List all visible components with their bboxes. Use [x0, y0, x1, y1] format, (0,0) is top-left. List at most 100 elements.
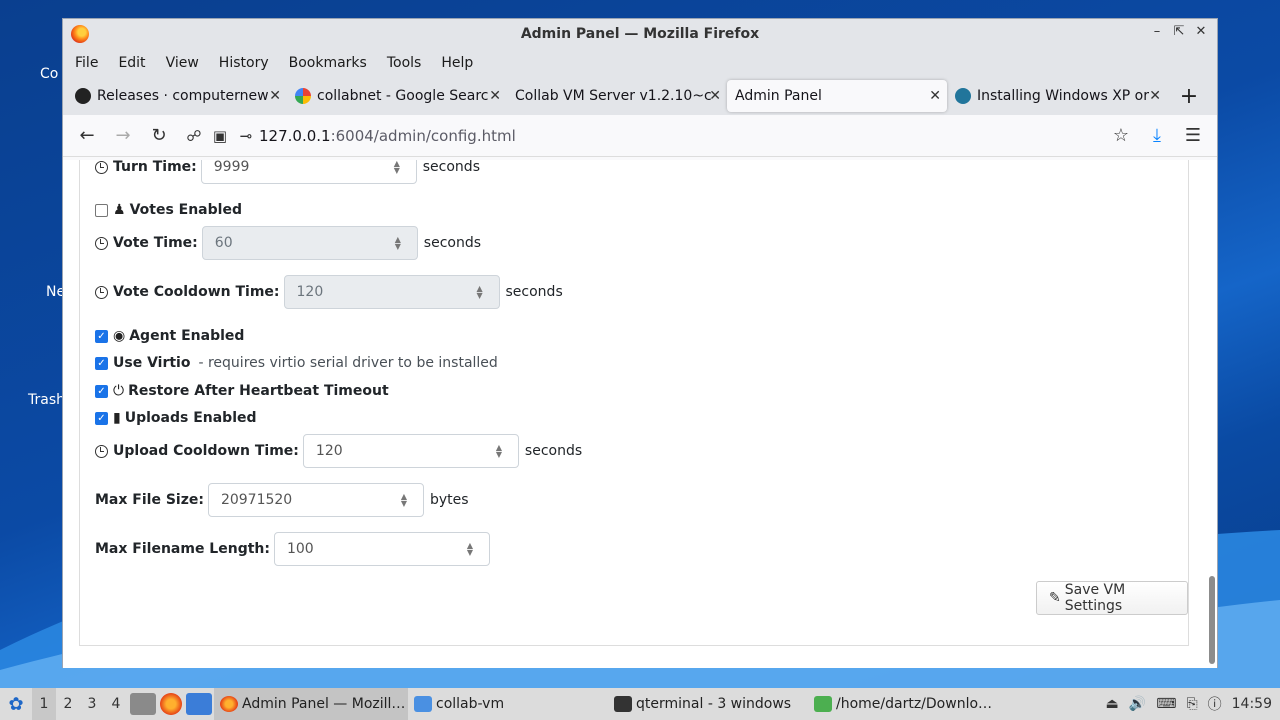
turn-time-input[interactable]: 9999 ▲ ▼ [200, 160, 417, 184]
system-tray: ⏏ 🔊 ⌨ ⎘ ⓘ 14:59 [1106, 688, 1280, 720]
workspace-4[interactable]: 4 [104, 696, 128, 712]
workspace-3[interactable]: 3 [80, 696, 104, 712]
max-file-size-label: Max File Size: [95, 492, 204, 508]
download-icon[interactable]: ⤓ [1139, 120, 1175, 152]
volume-icon[interactable]: 🔊 [1129, 696, 1146, 712]
start-menu-icon[interactable]: ✿ [0, 688, 32, 720]
clock-icon [95, 285, 108, 299]
use-virtio-note: - requires virtio serial driver to be in… [198, 355, 498, 371]
hamburger-menu-icon[interactable]: ☰ [1175, 120, 1211, 152]
menu-help[interactable]: Help [441, 55, 473, 71]
vote-time-unit: seconds [423, 235, 482, 251]
file-manager-launcher-icon[interactable] [186, 693, 212, 715]
use-virtio-checkbox[interactable]: ✓ [95, 356, 108, 370]
restore-heartbeat-label: Restore After Heartbeat Timeout [128, 383, 389, 399]
tab-close-icon[interactable]: ✕ [269, 88, 281, 104]
turn-time-label: Turn Time: [113, 160, 197, 175]
spinner-icon[interactable]: ▲ ▼ [393, 236, 403, 251]
upload-cooldown-input[interactable]: 120 ▲ ▼ [302, 434, 519, 468]
max-filename-length-input[interactable]: 100 ▲ ▼ [273, 532, 490, 566]
spinner-icon[interactable]: ▲ ▼ [475, 285, 485, 300]
task-downloads-folder[interactable]: /home/dartz/Downlo… [808, 688, 1008, 720]
uploads-enabled-row: ✓ ▮ Uploads Enabled [95, 410, 261, 426]
forward-icon[interactable]: → [105, 120, 141, 152]
save-icon: ✎ [1049, 590, 1061, 606]
clock-icon [95, 236, 108, 250]
upload-cooldown-unit: seconds [524, 443, 583, 459]
task-label: /home/dartz/Downlo… [836, 696, 993, 712]
spinner-icon[interactable]: ▲ ▼ [392, 160, 402, 175]
menu-view[interactable]: View [166, 55, 199, 71]
settings-panel: Turn Time: 9999 ▲ ▼ seconds ♟ Votes Enabl… [79, 160, 1189, 646]
url-bar[interactable]: ☍ ▣ ⊸ 127.0.0.1:6004/admin/config.html [177, 120, 1103, 152]
upload-cooldown-value: 120 [315, 443, 343, 459]
vote-cooldown-input[interactable]: 120 ▲ ▼ [283, 275, 500, 309]
tab-close-icon[interactable]: ✕ [489, 88, 501, 104]
tab-installing-windows-xp[interactable]: Installing Windows XP or ✕ [947, 80, 1167, 112]
clock[interactable]: 14:59 [1232, 696, 1272, 712]
show-desktop-icon[interactable] [130, 693, 156, 715]
update-notification-icon[interactable]: ⓘ [1208, 694, 1222, 714]
page-scrollbar[interactable] [1207, 160, 1215, 668]
tab-close-icon[interactable]: ✕ [929, 88, 941, 104]
minimize-icon[interactable]: – [1149, 24, 1165, 40]
vote-time-input[interactable]: 60 ▲ ▼ [201, 226, 418, 260]
votes-enabled-checkbox[interactable] [95, 203, 108, 217]
window-titlebar[interactable]: Admin Panel — Mozilla Firefox – ⇱ ✕ [63, 19, 1217, 49]
tab-google-search[interactable]: collabnet - Google Searc ✕ [287, 80, 507, 112]
spinner-icon[interactable]: ▲ ▼ [494, 444, 504, 459]
workspace-2[interactable]: 2 [56, 696, 80, 712]
max-filename-length-row: Max Filename Length: 100 ▲ ▼ [95, 532, 496, 566]
menu-bookmarks[interactable]: Bookmarks [289, 55, 367, 71]
firefox-window: Admin Panel — Mozilla Firefox – ⇱ ✕ File… [62, 18, 1218, 668]
task-qterminal[interactable]: qterminal - 3 windows [608, 688, 808, 720]
power-icon: ⏻ [113, 383, 125, 399]
max-file-size-input[interactable]: 20971520 ▲ ▼ [207, 483, 424, 517]
save-vm-settings-button[interactable]: ✎ Save VM Settings [1036, 581, 1188, 615]
task-admin-panel[interactable]: Admin Panel — Mozill… [214, 688, 408, 720]
tab-admin-panel[interactable]: Admin Panel ✕ [727, 80, 947, 112]
clipboard-icon[interactable]: ⎘ [1186, 696, 1197, 712]
spinner-icon[interactable]: ▲ ▼ [399, 493, 409, 508]
new-tab-icon[interactable]: + [1171, 84, 1207, 109]
keyboard-icon[interactable]: ⌨ [1156, 696, 1176, 712]
back-icon[interactable]: ← [69, 120, 105, 152]
reload-icon[interactable]: ↻ [141, 120, 177, 152]
desktop-icon-label-trash[interactable]: Trash [28, 392, 65, 408]
spinner-icon[interactable]: ▲ ▼ [465, 542, 475, 557]
uploads-enabled-checkbox[interactable]: ✓ [95, 411, 108, 425]
shield-icon[interactable]: ☍ [181, 127, 207, 145]
agent-enabled-checkbox[interactable]: ✓ [95, 329, 108, 343]
tab-close-icon[interactable]: ✕ [709, 88, 721, 104]
bookmark-star-icon[interactable]: ☆ [1103, 120, 1139, 152]
firefox-launcher-icon[interactable] [160, 693, 182, 715]
url-host: 127.0.0.1 [259, 126, 331, 145]
desktop-icon-label-computer[interactable]: Co [40, 66, 58, 82]
tab-close-icon[interactable]: ✕ [1149, 88, 1161, 104]
task-collab-vm[interactable]: collab-vm [408, 688, 608, 720]
vote-cooldown-unit: seconds [505, 284, 563, 300]
vote-cooldown-label: Vote Cooldown Time: [113, 284, 280, 300]
restore-heartbeat-checkbox[interactable]: ✓ [95, 384, 108, 398]
menu-tools[interactable]: Tools [387, 55, 422, 71]
use-virtio-label: Use Virtio [113, 355, 191, 371]
maximize-icon[interactable]: ⇱ [1171, 24, 1187, 40]
menu-file[interactable]: File [75, 55, 98, 71]
upload-cooldown-label: Upload Cooldown Time: [113, 443, 299, 459]
tab-label: Admin Panel [735, 88, 822, 104]
vote-cooldown-row: Vote Cooldown Time: 120 ▲ ▼ seconds [95, 275, 563, 309]
close-icon[interactable]: ✕ [1193, 24, 1209, 40]
menu-history[interactable]: History [219, 55, 269, 71]
turn-time-row: Turn Time: 9999 ▲ ▼ seconds [95, 160, 480, 184]
tab-releases[interactable]: Releases · computernew ✕ [67, 80, 287, 112]
menu-edit[interactable]: Edit [118, 55, 145, 71]
eject-icon[interactable]: ⏏ [1106, 696, 1119, 712]
votes-enabled-label: Votes Enabled [129, 202, 242, 218]
agent-enabled-label: Agent Enabled [129, 328, 245, 344]
max-file-size-value: 20971520 [220, 492, 293, 508]
tab-collab-vm-server[interactable]: Collab VM Server v1.2.10~c ✕ [507, 80, 727, 112]
eye-icon: ◉ [113, 328, 126, 344]
workspace-1[interactable]: 1 [32, 688, 56, 720]
key-icon[interactable]: ⊸ [233, 127, 259, 145]
scrollbar-thumb[interactable] [1209, 576, 1215, 664]
